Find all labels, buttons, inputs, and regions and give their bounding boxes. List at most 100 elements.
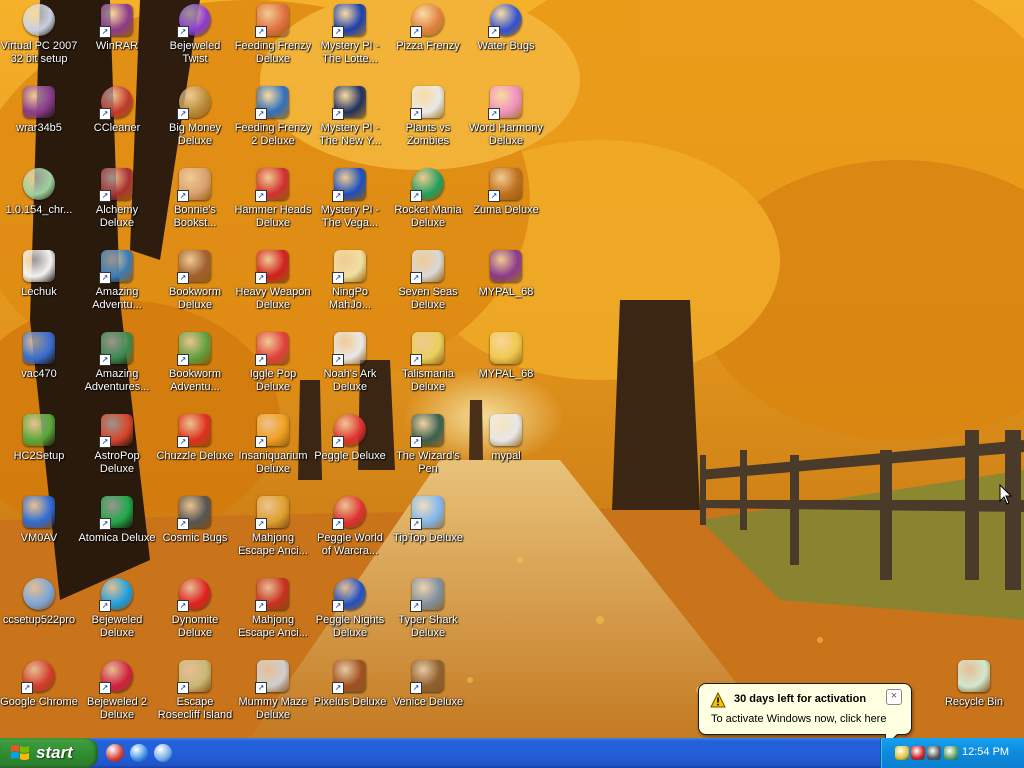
desktop-icon-venice[interactable]: ↗ Venice Deluxe [389,658,467,740]
desktop-icon-word-harmony-flower[interactable]: ↗ Word Harmony Deluxe [467,84,545,166]
bonnie-bookstore-icon: ↗ [177,168,211,202]
desktop-icon-bookworm[interactable]: ↗ Bookworm Deluxe [156,248,234,330]
desktop-icon-ccleaner[interactable]: ↗ CCleaner [78,84,156,166]
desktop-icon-feeding-frenzy-2[interactable]: ↗ Feeding Frenzy 2 Deluxe [234,84,312,166]
desktop-icon-bonnie-bookstore[interactable]: ↗ Bonnie's Bookst... [156,166,234,248]
desktop-icon-insaniquarium[interactable]: ↗ Insaniquarium Deluxe [234,412,312,494]
desktop-icon-heavy-weapon[interactable]: ↗ Heavy Weapon Deluxe [234,248,312,330]
desktop-icon-label: Seven Seas Deluxe [398,286,458,311]
network-icon[interactable] [895,746,909,760]
shortcut-arrow-icon: ↗ [99,436,111,448]
venice-icon: ↗ [410,660,444,694]
shortcut-arrow-icon: ↗ [488,108,500,120]
balloon-activate-link[interactable]: To activate Windows now, click here [711,713,886,725]
desktop-icon-label: Big Money Deluxe [169,122,221,147]
balloon-close-button[interactable]: × [886,689,902,705]
antivirus-shield-icon[interactable] [927,746,941,760]
desktop-icon-security-shield[interactable]: VM0AV [0,494,78,576]
desktop-icon-mystery-pi[interactable]: ↗ Mystery PI - The Lotte... [311,2,389,84]
money-bag-icon: ↗ [177,86,211,120]
show-desktop-icon[interactable] [154,744,172,762]
desktop-icon-water-bugs[interactable]: ↗ Water Bugs [467,2,545,84]
desktop-icon-recycle-bin[interactable]: Recycle Bin [935,658,1013,740]
desktop-icon-amazing-adventures-2[interactable]: ↗ Amazing Adventures... [78,330,156,412]
desktop-icon-bejeweled-2[interactable]: ↗ Bejeweled 2 Deluxe [78,658,156,740]
desktop-icon-label: The Wizard's Pen [396,450,460,475]
desktop-icon-bejeweled-twist[interactable]: ↗ Bejeweled Twist [156,2,234,84]
internet-explorer-icon[interactable] [130,744,148,762]
desktop-icon-tiptop-cocktail[interactable]: ↗ TipTop Deluxe [389,494,467,576]
desktop-icon-mystery-pi-vegas[interactable]: ↗ Mystery PI - The Vega... [311,166,389,248]
desktop-icon-alchemy[interactable]: ↗ Alchemy Deluxe [78,166,156,248]
desktop-icon-mypal[interactable]: mypal [467,412,545,494]
desktop-icon-ningpo-mahjong[interactable]: ↗ NingPo MahJo... [311,248,389,330]
desktop-icon-chuzzle[interactable]: ↗ Chuzzle Deluxe [156,412,234,494]
desktop-icon-setup-box[interactable]: HC2Setup [0,412,78,494]
desktop-icon-plants-vs-zombies[interactable]: ↗ Plants vs Zombies [389,84,467,166]
desktop-icon-mystery-pi-newyork[interactable]: ↗ Mystery PI - The New Y... [311,84,389,166]
desktop-icon-zuma[interactable]: ↗ Zuma Deluxe [467,166,545,248]
desktop-icon-cd-installer[interactable]: Virtual PC 2007 32 bit setup [0,2,78,84]
desktop-icon-feeding-frenzy[interactable]: ↗ Feeding Frenzy Deluxe [234,2,312,84]
desktop-icon-amazing-adventures[interactable]: ↗ Amazing Adventu... [78,248,156,330]
desktop-icon-peggle[interactable]: ↗ Peggle Deluxe [311,412,389,494]
desktop-icon-document[interactable]: Lechuk [0,248,78,330]
desktop-icon-seven-seas-skull[interactable]: ↗ Seven Seas Deluxe [389,248,467,330]
desktop-icon-money-bag[interactable]: ↗ Big Money Deluxe [156,84,234,166]
desktop-icon-folder[interactable]: MYPAL_68 [467,330,545,412]
typer-shark-icon: ↗ [410,578,444,612]
setup-icon [23,332,55,364]
desktop-icon-pixelus[interactable]: ↗ Pixelus Deluxe [311,658,389,740]
quick-launch-bar [106,744,172,762]
amazing-adventures-icon: ↗ [99,250,133,284]
shortcut-arrow-icon: ↗ [332,518,344,530]
desktop-icon-noahs-ark-dove[interactable]: ↗ Noah's Ark Deluxe [311,330,389,412]
shortcut-arrow-icon: ↗ [99,518,111,530]
desktop-icon-dynomite-egg[interactable]: ↗ Dynomite Deluxe [156,576,234,658]
desktop-icon-chrome[interactable]: ↗ Google Chrome [0,658,78,740]
desktop-icon-peggle-wow[interactable]: ↗ Peggle World of Warcra... [311,494,389,576]
desktop-icon-escape-rosecliff[interactable]: ↗ Escape Rosecliff Island [156,658,234,740]
desktop-icon-pizza[interactable]: ↗ Pizza Frenzy [389,2,467,84]
desktop-icon-mummy-maze[interactable]: ↗ Mummy Maze Deluxe [234,658,312,740]
desktop-icon-wizards-pen[interactable]: ↗ The Wizard's Pen [389,412,467,494]
desktop-icon-winrar-archive[interactable]: MYPAL_68 [467,248,545,330]
desktop-icon-bookworm-adventures[interactable]: ↗ Bookworm Adventu... [156,330,234,412]
desktop-icon-rocket-mania[interactable]: ↗ Rocket Mania Deluxe [389,166,467,248]
security-alert-icon[interactable] [911,746,925,760]
activation-key-icon[interactable] [944,746,958,760]
start-button[interactable]: start [0,738,98,768]
desktop-icon-iggle-pop[interactable]: ↗ Iggle Pop Deluxe [234,330,312,412]
shortcut-arrow-icon: ↗ [177,108,189,120]
mahjong-escape-2-icon: ↗ [255,578,289,612]
desktop-icon-installer-cd[interactable]: 1.0.154_chr... [0,166,78,248]
desktop-icon-cosmic-bugs[interactable]: ↗ Cosmic Bugs [156,494,234,576]
shortcut-arrow-icon: ↗ [332,26,344,38]
shortcut-arrow-icon: ↗ [99,682,111,694]
desktop-icon-winrar[interactable]: ↗ WinRAR [78,2,156,84]
desktop-icon-ccleaner-setup[interactable]: ccsetup522pro [0,576,78,658]
desktop-icon-winrar-archive[interactable]: wrar34b5 [0,84,78,166]
chrome-icon[interactable] [106,744,124,762]
desktop-icon-astropop[interactable]: ↗ AstroPop Deluxe [78,412,156,494]
desktop-icon-label: Lechuk [21,286,57,298]
desktop-icon-typer-shark[interactable]: ↗ Typer Shark Deluxe [389,576,467,658]
desktop-icon-atomica[interactable]: ↗ Atomica Deluxe [78,494,156,576]
desktop-icon-mahjong-escape-2[interactable]: ↗ Mahjong Escape Anci... [234,576,312,658]
desktop-icon-label: Pixelus Deluxe [313,696,387,708]
desktop-icon-talismania[interactable]: ↗ Talismania Deluxe [389,330,467,412]
activation-notification-balloon[interactable]: 30 days left for activation To activate … [698,683,912,747]
shortcut-arrow-icon: ↗ [332,272,344,284]
taskbar-clock[interactable]: 12:54 PM [962,746,1009,758]
desktop-icon-setup[interactable]: vac470 [0,330,78,412]
winrar-icon: ↗ [99,4,133,38]
insaniquarium-icon: ↗ [255,414,289,448]
bejeweled-icon: ↗ [99,578,133,612]
shortcut-arrow-icon: ↗ [99,354,111,366]
shortcut-arrow-icon: ↗ [177,272,189,284]
desktop-icon-hammer-heads[interactable]: ↗ Hammer Heads Deluxe [234,166,312,248]
desktop-icon-peggle-nights[interactable]: ↗ Peggle Nights Deluxe [311,576,389,658]
desktop-icon-mahjong-escape[interactable]: ↗ Mahjong Escape Anci... [234,494,312,576]
desktop-icon-bejeweled[interactable]: ↗ Bejeweled Deluxe [78,576,156,658]
balloon-title: 30 days left for activation [734,693,867,705]
